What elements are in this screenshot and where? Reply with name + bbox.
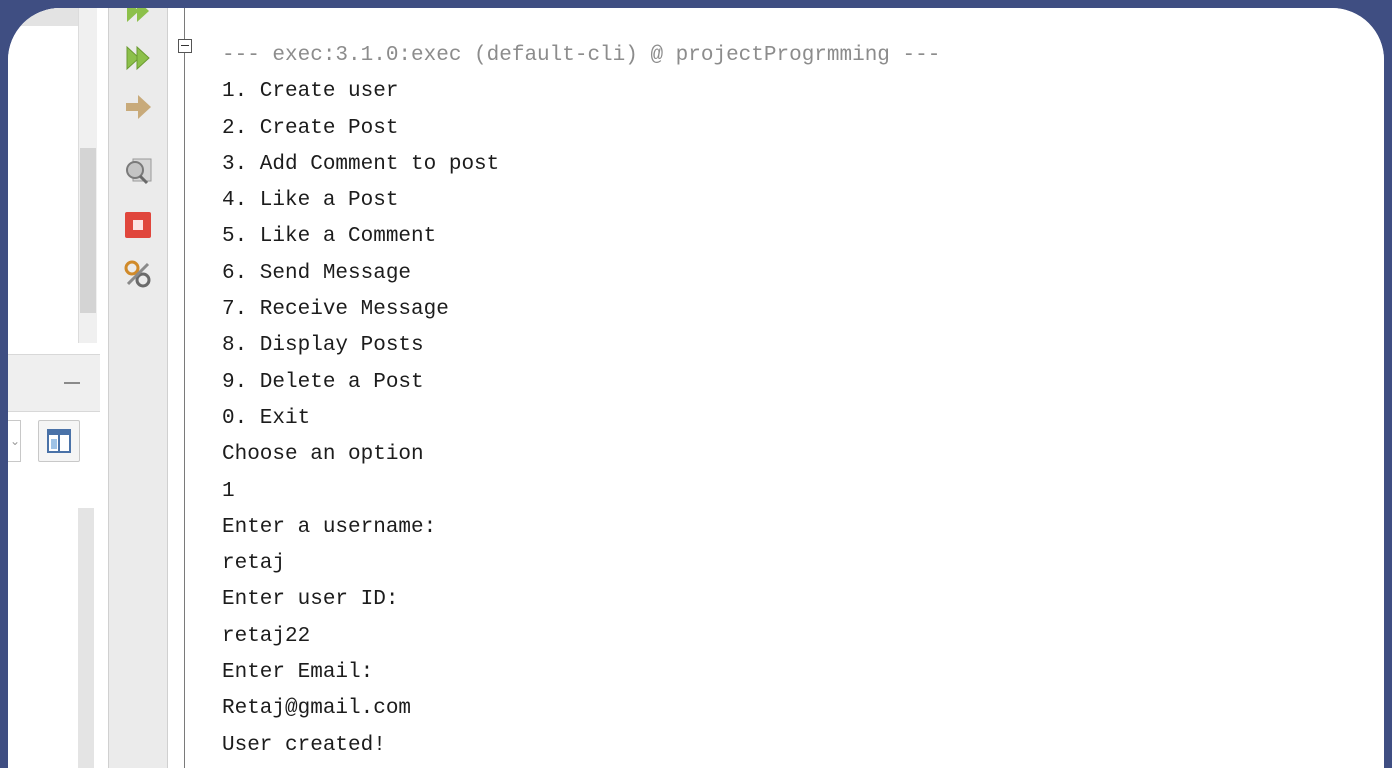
console-header-line: --- exec:3.1.0:exec (default-cli) @ proj…: [222, 44, 941, 67]
console-line: 1. Create user: [222, 80, 399, 104]
console-line: 4. Like a Post: [222, 189, 399, 213]
console-line: 7. Receive Message: [222, 298, 449, 322]
navigator-lower-scrollbar[interactable]: [78, 508, 94, 768]
continue-arrow-icon: [126, 95, 151, 119]
find-icon: [126, 158, 152, 185]
rerun-with-options-button[interactable]: [121, 41, 155, 75]
navigator-panel: ⌄: [8, 8, 108, 768]
output-toolbar: [108, 8, 168, 768]
console-line: 3. Add Comment to post: [222, 152, 500, 176]
stop-icon: [125, 212, 151, 238]
window-layout-button[interactable]: [38, 420, 80, 462]
console-line: 0. Exit: [222, 406, 311, 430]
rerun-button[interactable]: [121, 8, 155, 28]
fold-guide-line: [184, 8, 185, 768]
rerun-icon: [127, 8, 149, 22]
console-line: Enter a username:: [222, 515, 437, 539]
console-line: retaj22: [222, 624, 311, 648]
chevron-down-icon: ⌄: [9, 434, 20, 448]
stop-button[interactable]: [121, 208, 155, 242]
fold-toggle-button[interactable]: [178, 39, 192, 53]
ide-window: ⌄ --- exec:3.1.0:exec (default-cli) @ pr…: [8, 8, 1384, 768]
navigator-header: [8, 354, 100, 412]
console-line: retaj: [222, 552, 286, 576]
navigator-top-strip: [8, 8, 86, 26]
console-line: User created!: [222, 733, 386, 757]
console-line: 6. Send Message: [222, 261, 412, 285]
console-line: Retaj@gmail.com: [222, 697, 412, 721]
settings-button[interactable]: [121, 257, 155, 291]
console-line: 2. Create Post: [222, 116, 399, 140]
console-line: Enter user ID:: [222, 588, 399, 612]
minimize-panel-button[interactable]: [64, 382, 80, 384]
settings-icon: [124, 260, 151, 288]
console-line: 9. Delete a Post: [222, 370, 424, 394]
rerun-with-options-icon: [126, 45, 150, 71]
console-line: 1: [222, 479, 235, 503]
console-line: Choose an option: [222, 443, 424, 467]
navigator-scroll-thumb[interactable]: [80, 148, 96, 313]
console-line: 5. Like a Comment: [222, 225, 437, 249]
find-button[interactable]: [121, 154, 155, 188]
navigator-combo[interactable]: ⌄: [8, 420, 21, 462]
console-line: Enter Email:: [222, 661, 374, 685]
console-lines: --- exec:3.1.0:exec (default-cli) @ proj…: [222, 38, 940, 764]
continue-button[interactable]: [121, 90, 155, 124]
window-layout-icon: [47, 429, 71, 453]
console-line: 8. Display Posts: [222, 334, 424, 358]
output-console[interactable]: --- exec:3.1.0:exec (default-cli) @ proj…: [168, 8, 1384, 768]
